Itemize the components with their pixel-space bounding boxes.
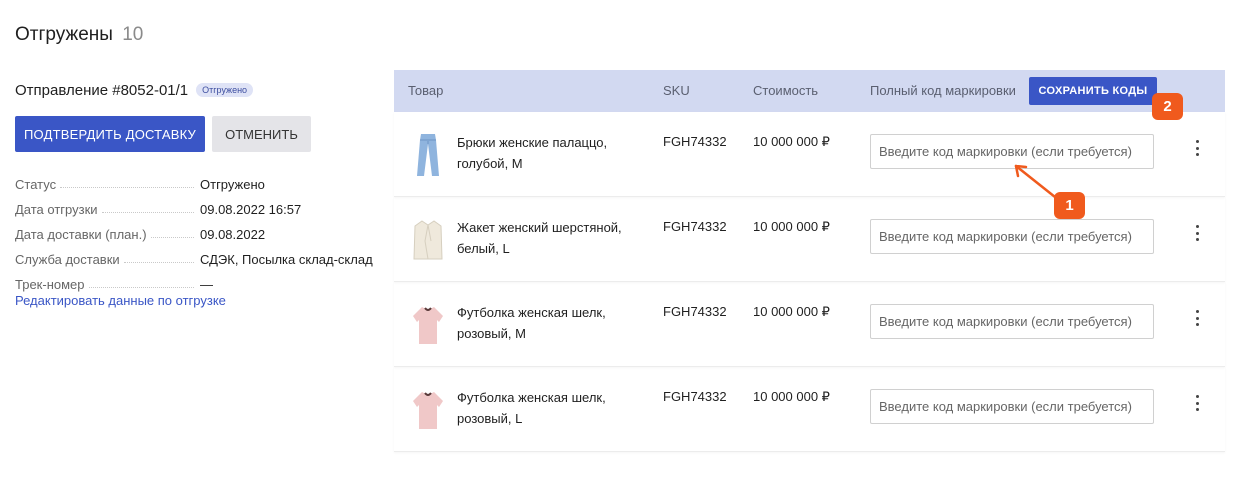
info-label: Статус [15, 177, 57, 192]
info-row-ship-date: Дата отгрузки 09.08.2022 16:57 [15, 192, 375, 217]
product-name: Жакет женский шерстяной, белый, L [457, 220, 622, 256]
info-row-status: Статус Отгружено [15, 167, 375, 192]
page-title-text: Отгружены [15, 24, 113, 45]
column-header-code: Полный код маркировки [870, 83, 1016, 98]
info-row-tracking: Трек-номер — [15, 267, 375, 292]
info-value: 09.08.2022 16:57 [200, 202, 302, 217]
info-label: Дата отгрузки [15, 202, 98, 217]
marking-code-input[interactable] [870, 389, 1154, 424]
product-price: 10 000 000 ₽ [753, 389, 830, 404]
tshirt-icon [413, 392, 443, 429]
shipment-panel: Отправление #8052-01/1 Отгружено ПОДТВЕР… [15, 80, 375, 308]
more-options-icon[interactable] [1191, 308, 1203, 328]
table-row: Жакет женский шерстяной, белый, L FGH743… [394, 197, 1225, 282]
shipment-title: Отправление #8052-01/1 [15, 81, 189, 99]
annotation-marker-2: 2 [1152, 93, 1183, 120]
jacket-icon [413, 220, 443, 260]
shipment-info: Статус Отгружено Дата отгрузки 09.08.202… [15, 167, 375, 292]
product-sku: FGH74332 [663, 304, 727, 319]
info-row-carrier: Служба доставки СДЭК, Посылка склад-скла… [15, 242, 375, 267]
info-row-delivery-date: Дата доставки (план.) 09.08.2022 [15, 217, 375, 242]
info-label: Служба доставки [15, 252, 120, 267]
annotation-arrow-icon [1014, 164, 1057, 199]
product-name: Футболка женская шелк, розовый, L [457, 390, 606, 426]
product-price: 10 000 000 ₽ [753, 134, 830, 149]
more-options-icon[interactable] [1191, 393, 1203, 413]
shipment-actions: ПОДТВЕРДИТЬ ДОСТАВКУ ОТМЕНИТЬ [15, 116, 311, 152]
product-price: 10 000 000 ₽ [753, 219, 830, 234]
table-row: Брюки женские палаццо, голубой, M FGH743… [394, 112, 1225, 197]
info-value: СДЭК, Посылка склад-склад [200, 252, 373, 267]
marking-code-input[interactable] [870, 219, 1154, 254]
column-header-product: Товар [408, 83, 444, 98]
confirm-delivery-button[interactable]: ПОДТВЕРДИТЬ ДОСТАВКУ [15, 116, 205, 152]
info-value: — [200, 277, 213, 292]
info-value: 09.08.2022 [200, 227, 266, 242]
column-header-sku: SKU [663, 83, 690, 98]
edit-shipment-link[interactable]: Редактировать данные по отгрузке [15, 293, 226, 308]
save-codes-button[interactable]: СОХРАНИТЬ КОДЫ [1029, 77, 1157, 105]
product-sku: FGH74332 [663, 219, 727, 234]
annotation-marker-1: 1 [1054, 192, 1085, 219]
product-name: Брюки женские палаццо, голубой, M [457, 135, 608, 171]
marking-code-input[interactable] [870, 304, 1154, 339]
product-sku: FGH74332 [663, 134, 727, 149]
page-title: Отгружены 10 [15, 24, 143, 46]
table-header: Товар SKU Стоимость Полный код маркировк… [394, 70, 1225, 112]
product-price: 10 000 000 ₽ [753, 304, 830, 319]
more-options-icon[interactable] [1191, 138, 1203, 158]
info-label: Дата доставки (план.) [15, 227, 147, 242]
more-options-icon[interactable] [1191, 223, 1203, 243]
jeans-icon [417, 134, 439, 176]
cancel-button[interactable]: ОТМЕНИТЬ [212, 116, 311, 152]
page-title-count: 10 [122, 24, 144, 45]
info-label: Трек-номер [15, 277, 85, 292]
table-row: Футболка женская шелк, розовый, M FGH743… [394, 282, 1225, 367]
tshirt-icon [413, 307, 443, 344]
shipment-header: Отправление #8052-01/1 Отгружено [15, 80, 375, 100]
column-header-price: Стоимость [753, 83, 819, 98]
products-table: Товар SKU Стоимость Полный код маркировк… [394, 70, 1225, 452]
status-badge: Отгружено [196, 83, 254, 97]
product-name: Футболка женская шелк, розовый, M [457, 305, 606, 341]
info-value: Отгружено [200, 177, 265, 192]
table-row: Футболка женская шелк, розовый, L FGH743… [394, 367, 1225, 452]
product-sku: FGH74332 [663, 389, 727, 404]
